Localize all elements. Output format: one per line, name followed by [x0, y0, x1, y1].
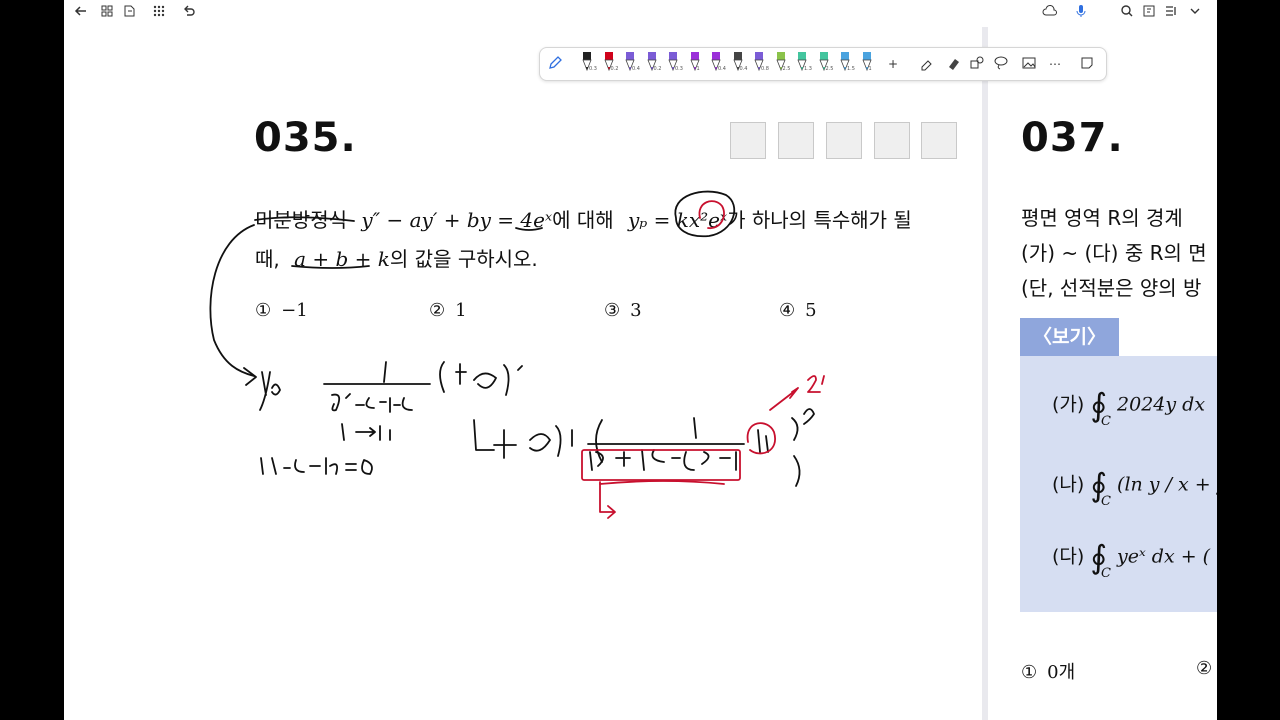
pen-10[interactable]: 2.5 — [774, 51, 791, 75]
pen-3[interactable]: 0.4 — [623, 51, 640, 75]
pen-13[interactable]: 1.5 — [838, 51, 855, 75]
image-icon[interactable] — [1020, 55, 1038, 73]
pen-2[interactable]: 0.2 — [602, 51, 619, 75]
pen-size-label: 0.4 — [632, 66, 640, 72]
pen-size-label: 2.5 — [782, 66, 791, 72]
highlighter-icon[interactable] — [918, 55, 936, 73]
bogi-item-na: (나) ∮C (ln y / x + y — [1052, 466, 1217, 509]
ink-p-to-p1 — [341, 423, 391, 441]
pen-11[interactable]: 1.3 — [795, 51, 812, 75]
pen-size-label: 0.3 — [675, 66, 683, 72]
pen-size-label: 1 — [868, 66, 872, 72]
contour-label-c: C — [1101, 493, 1111, 509]
contour-label-c: C — [1101, 565, 1111, 581]
ink-yp — [259, 371, 281, 411]
pen-5[interactable]: 0.3 — [666, 51, 683, 75]
ink-arrowhead — [243, 367, 257, 386]
ink-underline-sum — [291, 265, 370, 269]
pen-size-label: 1.5 — [847, 66, 855, 72]
sticky-note-icon[interactable] — [1078, 55, 1096, 73]
ink-e-brace — [439, 361, 523, 396]
ink-arrow-l4e — [473, 419, 573, 459]
question-number-037: 037. — [1021, 115, 1124, 161]
right-question-line-2: (가) ~ (다) 중 R의 면 — [1021, 241, 1207, 265]
pen-size-label: 0.4 — [739, 66, 748, 72]
right-question-line-1: 평면 영역 R의 경계 — [1021, 206, 1183, 230]
ink-red-arrow-down — [599, 481, 616, 519]
pen-8[interactable]: 0.4 — [731, 51, 748, 75]
pen-size-label: 0.2 — [610, 66, 619, 72]
note-app-window: 035. 미분방정식 y″ − ay′ + by = 4eˣ에 대해 yₚ = … — [64, 0, 1217, 720]
ink-red-box-denominator — [581, 449, 741, 481]
ink-numerator-1 — [693, 417, 697, 439]
pen-14[interactable]: 1 — [860, 51, 874, 75]
pen-size-label: 0.3 — [589, 66, 597, 72]
ink-red-arrow-up — [769, 387, 799, 411]
ink-red-2prime — [807, 375, 825, 393]
pen-size-label: 0.4 — [718, 66, 726, 72]
bogi-box: (가) ∮C 2024y dx (나) ∮C (ln y / x + y (다)… — [1020, 356, 1217, 612]
add-pen-icon[interactable]: + — [884, 55, 902, 73]
ink-l1 — [757, 429, 769, 453]
right-choice-2[interactable]: ② — [1196, 658, 1212, 679]
pen-12[interactable]: 2.5 — [817, 51, 834, 75]
ink-question-mark — [803, 408, 815, 425]
ink-circle-kx2 — [674, 190, 736, 238]
bogi-item-da: (다) ∮C yeˣ dx + ( — [1052, 538, 1211, 581]
pen-6[interactable]: 1 — [688, 51, 702, 75]
contour-label-c: C — [1101, 413, 1111, 429]
ink-condition — [260, 457, 373, 475]
pen-size-label: 1.3 — [804, 66, 812, 72]
ink-strikethrough — [254, 216, 355, 222]
eraser-icon[interactable] — [944, 55, 962, 73]
pen-toolbar: + ⋯ 0.3 0.2 0.4 0.2 0.3 1 0.4 0.4 0.8 2.5 1.3 2.5 1.… — [539, 47, 1107, 81]
right-question-line-3: (단, 선적분은 양의 방 — [1021, 276, 1202, 300]
ink-red-circle-x2 — [698, 200, 725, 229]
more-options-icon[interactable]: ⋯ — [1046, 55, 1064, 73]
pen-9[interactable]: 0.8 — [752, 51, 769, 75]
shapes-icon[interactable] — [968, 55, 986, 73]
pen-size-label: 0.2 — [653, 66, 662, 72]
pen-size-label: 0.8 — [761, 66, 769, 72]
bogi-item-ga: (가) ∮C 2024y dx — [1052, 386, 1206, 429]
ink-underline-4ex — [515, 227, 543, 231]
lasso-icon[interactable] — [992, 55, 1010, 73]
ink-red-circle-1 — [746, 422, 776, 455]
ink-denominator — [589, 449, 737, 471]
pen-4[interactable]: 0.2 — [645, 51, 662, 75]
bogi-label: 〈보기〉 — [1020, 318, 1119, 356]
pen-size-label: 1 — [696, 66, 700, 72]
pen-size-label: 2.5 — [825, 66, 834, 72]
pen-7[interactable]: 0.4 — [709, 51, 726, 75]
ink-fraction-numerator — [383, 361, 387, 383]
ink-fraction-denominator — [331, 393, 413, 413]
pen-1[interactable]: 0.3 — [580, 51, 597, 75]
right-choice-1[interactable]: ① 0개 — [1021, 658, 1075, 684]
pencil-mode-icon[interactable] — [546, 55, 564, 73]
ink-close-brace — [791, 417, 801, 487]
ink-bracket — [595, 419, 603, 463]
ink-red-underline-denominator — [599, 480, 725, 485]
ink-arrow — [209, 224, 255, 377]
